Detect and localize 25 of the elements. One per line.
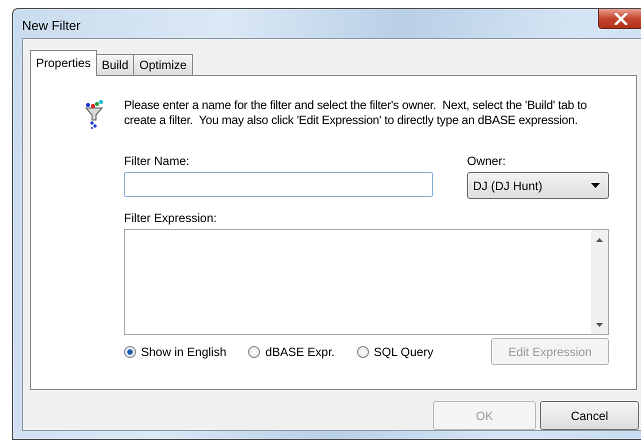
tab[interactable]: Build [96, 54, 134, 75]
scroll-down-icon [596, 323, 603, 327]
owner-dropdown[interactable]: DJ (DJ Hunt) [467, 172, 609, 199]
filter-name-field[interactable] [124, 172, 433, 197]
radio-button[interactable] [248, 346, 260, 358]
close-icon [614, 12, 628, 24]
tab[interactable]: Optimize [133, 54, 193, 75]
radio-label: SQL Query [374, 344, 434, 358]
dropdown-arrow-icon [591, 183, 600, 188]
instructions-text: Please enter a name for the filter and select the filter's owner. Next, select the 'Build' tab to create a filter. You may also click 'Edit Expression' to directly type an dBASE expression. [124, 98, 588, 128]
filter-expression-field[interactable] [124, 229, 609, 335]
funnel-icon [84, 99, 104, 129]
radio-button[interactable] [356, 346, 369, 358]
tab[interactable]: Properties [30, 50, 97, 76]
dialog-button[interactable]: Cancel [540, 401, 639, 430]
filter-name-label: Filter Name: [124, 154, 190, 168]
radio-button[interactable] [124, 346, 136, 358]
scroll-up-icon [596, 238, 603, 242]
radio-label: dBASE Expr. [265, 344, 335, 358]
owner-label: Owner: [467, 154, 507, 168]
filter-expression-label: Filter Expression: [124, 211, 218, 225]
close-button[interactable] [598, 9, 641, 29]
scrollbar[interactable] [591, 230, 608, 334]
radio-label: Show in English [141, 344, 226, 358]
window-title: New Filter [22, 18, 81, 33]
